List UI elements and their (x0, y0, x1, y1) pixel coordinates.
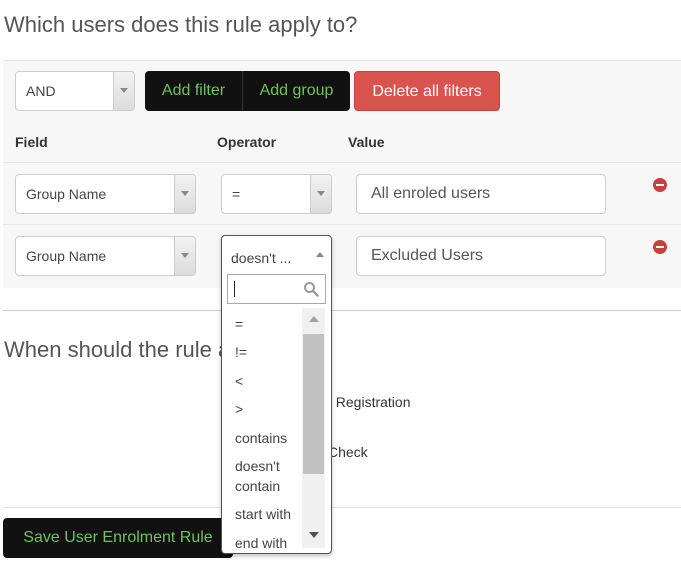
remove-rule-icon[interactable] (653, 240, 667, 254)
operator-selected-value: doesn't ... (231, 250, 292, 266)
option-less-than[interactable]: < (235, 371, 243, 391)
column-header-operator: Operator (217, 134, 277, 150)
chevron-down-icon (174, 237, 195, 275)
dropdown-scrollbar[interactable] (302, 308, 325, 548)
section-divider (3, 310, 681, 311)
section-title: When should the rule a (4, 337, 231, 362)
option-not-equals[interactable]: != (235, 342, 247, 362)
chevron-down-icon (113, 72, 134, 110)
column-header-value: Value (348, 134, 385, 150)
check-label: Check (328, 444, 368, 460)
scrollbar-thumb[interactable] (303, 334, 324, 474)
option-end-with[interactable]: end with (235, 533, 287, 553)
section-divider (3, 507, 681, 508)
chevron-down-icon (310, 175, 331, 213)
field-select-value: Group Name (26, 186, 107, 202)
remove-rule-icon[interactable] (653, 178, 667, 192)
row-divider (3, 224, 681, 225)
field-select-value: Group Name (26, 248, 107, 264)
value-input[interactable]: All enroled users (356, 174, 606, 214)
operator-select-value: = (232, 186, 241, 202)
add-filter-button[interactable]: Add filter (145, 71, 242, 111)
field-select[interactable]: Group Name (15, 174, 196, 214)
search-icon (304, 282, 319, 297)
page-title: Which users does this rule apply to? (4, 12, 358, 37)
chevron-down-icon (174, 175, 195, 213)
column-header-field: Field (15, 134, 48, 150)
option-greater-than[interactable]: > (235, 399, 243, 419)
value-input[interactable]: Excluded Users (356, 236, 606, 276)
option-contains[interactable]: contains (235, 428, 287, 448)
scroll-down-arrow-icon[interactable] (309, 532, 319, 538)
save-user-enrolment-rule-button[interactable]: Save User Enrolment Rule (3, 518, 233, 558)
option-doesnt-contain[interactable]: doesn't contain (235, 456, 295, 496)
operator-dropdown[interactable]: doesn't ... = != < > contains doesn't co… (221, 235, 332, 554)
row-divider (3, 162, 681, 163)
dropdown-search-input[interactable] (227, 274, 326, 304)
field-select[interactable]: Group Name (15, 236, 196, 276)
registration-label: f Registration (328, 394, 411, 410)
scroll-up-arrow-icon[interactable] (309, 316, 319, 322)
condition-value: AND (26, 83, 56, 99)
option-start-with[interactable]: start with (235, 504, 291, 524)
add-group-button[interactable]: Add group (243, 71, 350, 111)
chevron-up-icon[interactable] (316, 252, 324, 257)
condition-select[interactable]: AND (15, 71, 135, 111)
delete-all-filters-button[interactable]: Delete all filters (354, 71, 500, 111)
option-equals[interactable]: = (235, 314, 243, 334)
operator-select[interactable]: = (221, 174, 332, 214)
text-cursor (234, 281, 235, 297)
